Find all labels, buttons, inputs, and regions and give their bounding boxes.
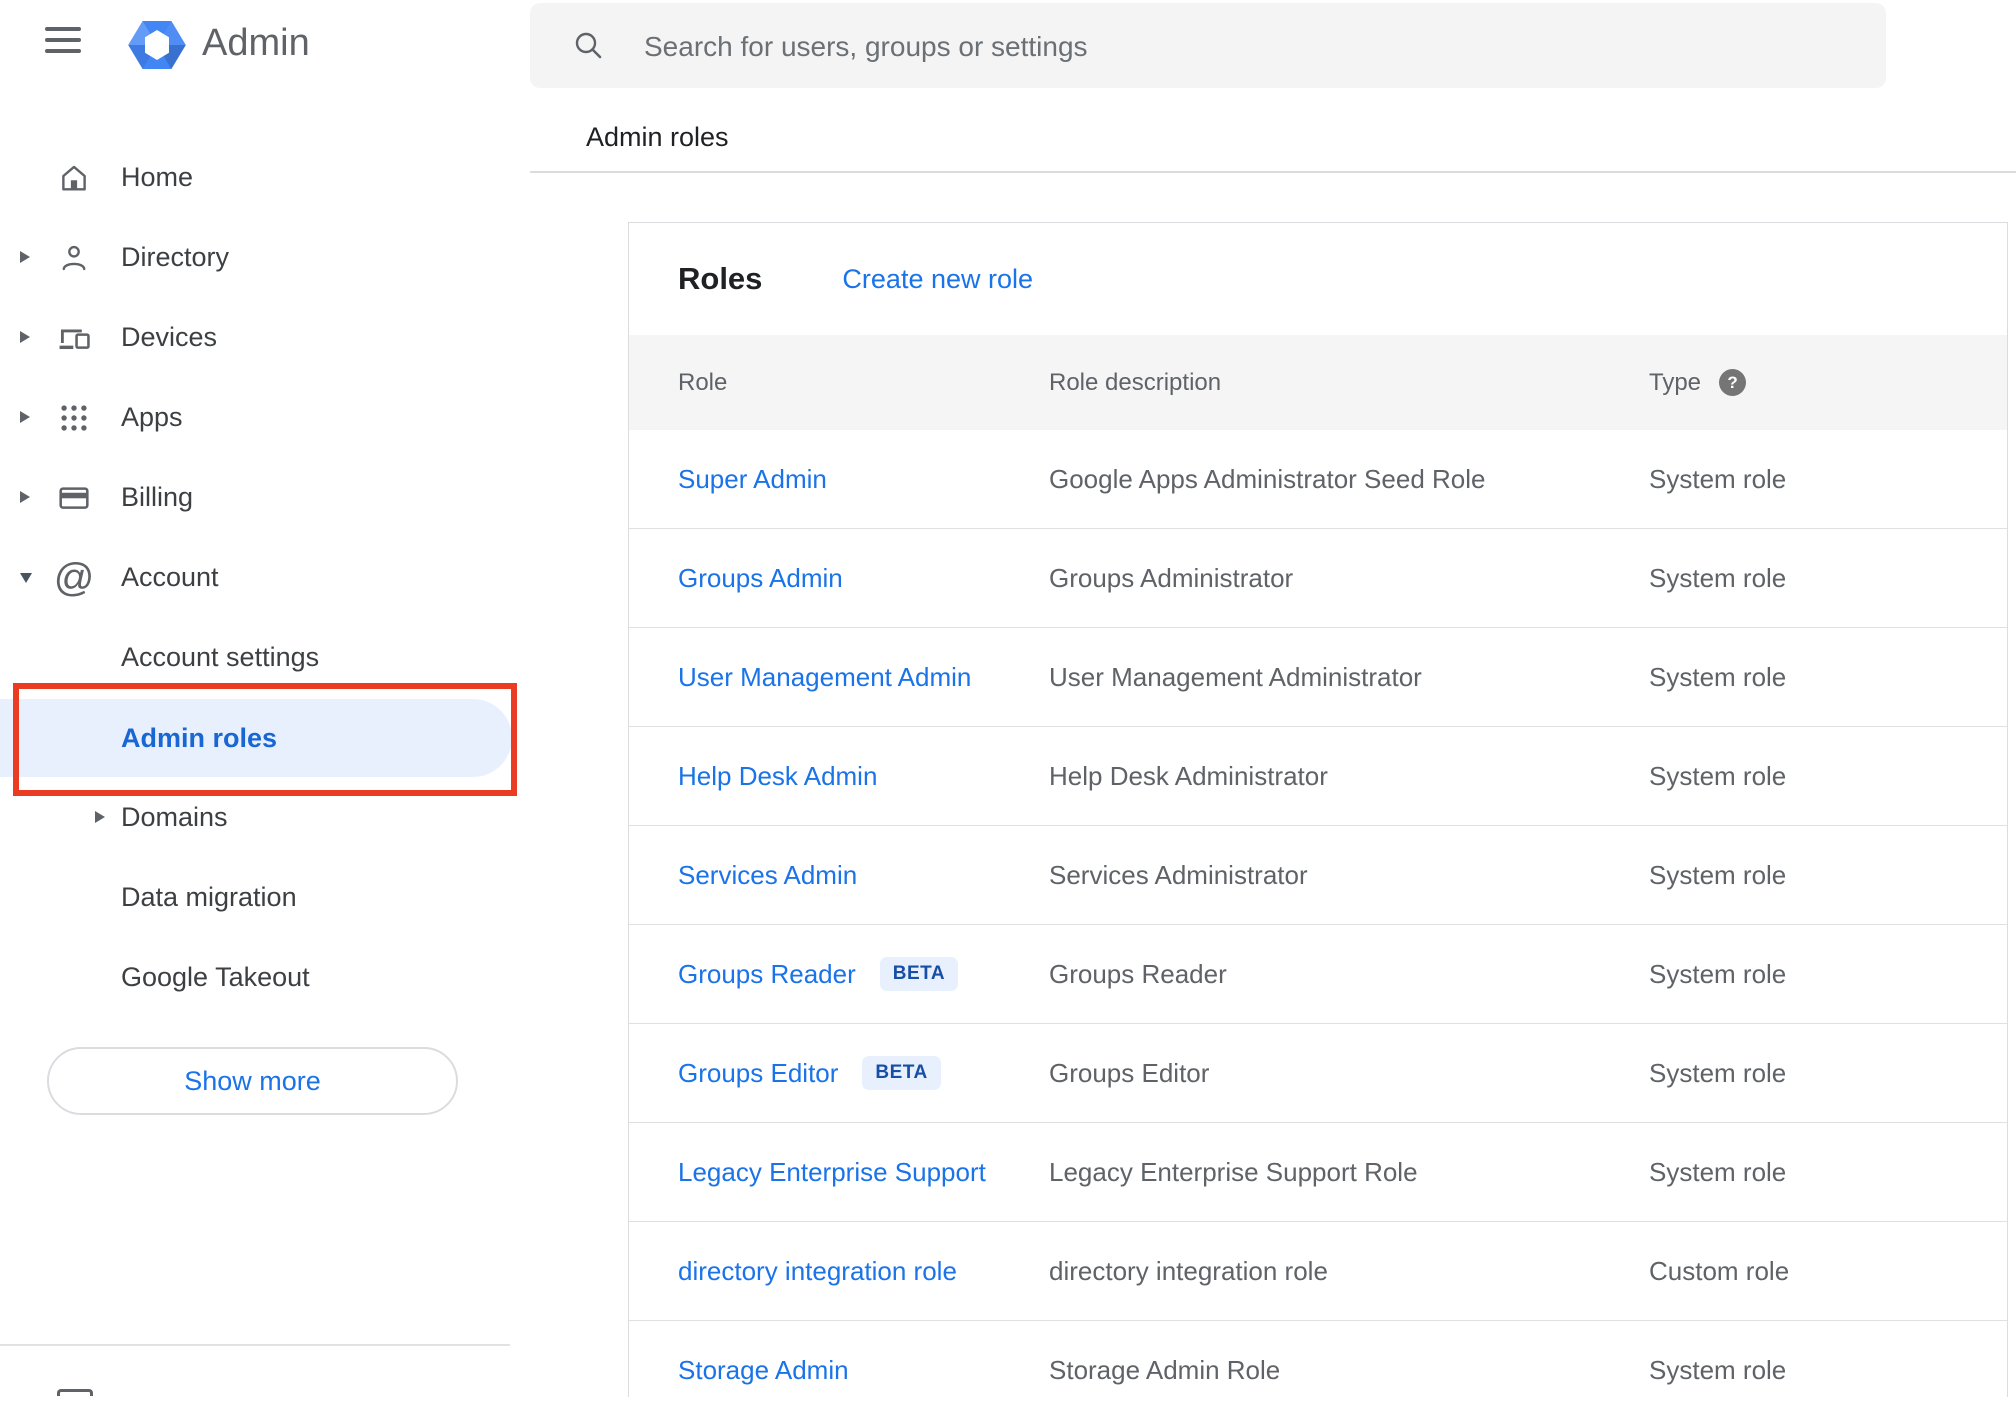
role-description: Groups Administrator (1049, 562, 1294, 593)
expand-arrow-icon[interactable] (20, 331, 30, 343)
column-header-role: Role (678, 368, 728, 396)
sidebar-item-billing[interactable]: Billing (0, 457, 515, 537)
role-link[interactable]: Groups Reader (678, 959, 856, 990)
sidebar-item-label: Account (121, 561, 219, 592)
sidebar-item-google-takeout[interactable]: Google Takeout (0, 937, 515, 1017)
role-link[interactable]: User Management Admin (678, 662, 971, 693)
table-row: Storage Admin Storage Admin Role System … (629, 1320, 2007, 1419)
apps-grid-icon (55, 399, 93, 437)
sidebar-item-label: Account settings (121, 641, 320, 672)
expand-arrow-icon[interactable] (20, 251, 30, 263)
table-row: Super Admin Google Apps Administrator Se… (629, 430, 2007, 528)
sidebar-item-account-settings[interactable]: Account settings (0, 617, 515, 697)
table-row: Services Admin Services Administrator Sy… (629, 825, 2007, 924)
devices-icon (55, 319, 93, 357)
search-icon (572, 29, 606, 68)
table-row: Groups Editor BETA Groups Editor System … (629, 1023, 2007, 1122)
sidebar-item-label: Admin roles (121, 722, 278, 753)
beta-badge: BETA (879, 957, 959, 991)
cut-off-nav-icon (57, 1389, 93, 1396)
role-description: Groups Reader (1049, 958, 1227, 989)
role-type: System role (1649, 958, 1787, 989)
role-type: System role (1649, 859, 1787, 890)
expand-arrow-icon[interactable] (20, 411, 30, 423)
sidebar-item-label: Devices (121, 321, 218, 352)
sidebar-item-label: Google Takeout (121, 961, 310, 992)
home-icon (55, 159, 93, 197)
at-sign-icon: @ (53, 556, 95, 600)
sidebar-item-admin-roles[interactable]: Admin roles (0, 699, 512, 777)
role-type: Custom role (1649, 1255, 1790, 1286)
roles-card: Roles Create new role Role Role descript… (628, 222, 2008, 1397)
role-type: System role (1649, 760, 1787, 791)
sidebar-item-devices[interactable]: Devices (0, 297, 515, 377)
sidebar-item-label: Home (121, 161, 194, 192)
page-title: Roles (678, 261, 763, 296)
sidebar-item-label: Data migration (121, 881, 297, 912)
role-type: System role (1649, 562, 1787, 593)
sidebar-item-label: Billing (121, 481, 194, 512)
hamburger-menu-icon[interactable] (45, 27, 81, 55)
column-header-type: Type ? (1649, 369, 2007, 397)
column-header-description: Role description (1049, 368, 1222, 396)
role-link[interactable]: directory integration role (678, 1256, 957, 1287)
role-type: System role (1649, 1057, 1787, 1088)
sidebar-item-data-migration[interactable]: Data migration (0, 857, 515, 937)
create-new-role-link[interactable]: Create new role (842, 264, 1033, 295)
search-bar[interactable] (530, 3, 1886, 90)
sidebar-section-divider (0, 1344, 510, 1346)
app-title: Admin (202, 22, 310, 64)
role-description: Legacy Enterprise Support Role (1049, 1156, 1418, 1187)
role-type: System role (1649, 1156, 1787, 1187)
table-row: directory integration role directory int… (629, 1221, 2007, 1320)
role-description: Storage Admin Role (1049, 1354, 1281, 1385)
role-link[interactable]: Super Admin (678, 464, 827, 495)
search-input[interactable] (642, 3, 1796, 90)
table-row: Legacy Enterprise Support Legacy Enterpr… (629, 1122, 2007, 1221)
person-icon (55, 239, 93, 277)
role-link[interactable]: Help Desk Admin (678, 761, 877, 792)
sidebar-item-apps[interactable]: Apps (0, 377, 515, 457)
table-row: Groups Reader BETA Groups Reader System … (629, 924, 2007, 1023)
role-link[interactable]: Groups Editor (678, 1058, 838, 1089)
sidebar-item-directory[interactable]: Directory (0, 217, 515, 297)
table-header-row: Role Role description Type ? (629, 335, 2007, 430)
card-header: Roles Create new role (629, 223, 2007, 335)
sidebar: Admin Home Directory Devices Apps Billin… (0, 0, 530, 1396)
sidebar-item-home[interactable]: Home (0, 137, 515, 217)
role-description: Help Desk Administrator (1049, 760, 1328, 791)
role-description: Groups Editor (1049, 1057, 1210, 1088)
expand-arrow-icon[interactable] (95, 811, 105, 823)
role-description: Google Apps Administrator Seed Role (1049, 463, 1486, 494)
role-link[interactable]: Legacy Enterprise Support (678, 1157, 986, 1188)
table-body: Super Admin Google Apps Administrator Se… (629, 430, 2007, 1419)
show-more-label: Show more (184, 1065, 321, 1096)
breadcrumb: Admin roles (586, 122, 729, 152)
sidebar-item-label: Domains (121, 801, 228, 832)
role-description: directory integration role (1049, 1255, 1328, 1286)
show-more-button[interactable]: Show more (47, 1047, 458, 1115)
collapse-arrow-icon[interactable] (20, 573, 32, 583)
table-row: User Management Admin User Management Ad… (629, 627, 2007, 726)
role-link[interactable]: Groups Admin (678, 563, 843, 594)
role-type: System role (1649, 661, 1787, 692)
sidebar-item-account[interactable]: @ Account (0, 537, 515, 617)
role-description: Services Administrator (1049, 859, 1308, 890)
role-type: System role (1649, 1354, 1787, 1385)
table-row: Help Desk Admin Help Desk Administrator … (629, 726, 2007, 825)
expand-arrow-icon[interactable] (20, 491, 30, 503)
sidebar-item-label: Apps (121, 401, 183, 432)
table-row: Groups Admin Groups Administrator System… (629, 528, 2007, 627)
admin-logo-icon (127, 15, 187, 75)
billing-card-icon (55, 479, 93, 517)
role-link[interactable]: Storage Admin (678, 1355, 849, 1386)
header-divider (530, 171, 2016, 173)
sidebar-item-domains[interactable]: Domains (0, 777, 515, 857)
beta-badge: BETA (862, 1056, 941, 1090)
role-link[interactable]: Services Admin (678, 860, 857, 891)
help-icon[interactable]: ? (1719, 369, 1747, 396)
role-type: System role (1649, 463, 1787, 494)
sidebar-item-label: Directory (121, 241, 230, 272)
role-description: User Management Administrator (1049, 661, 1422, 692)
